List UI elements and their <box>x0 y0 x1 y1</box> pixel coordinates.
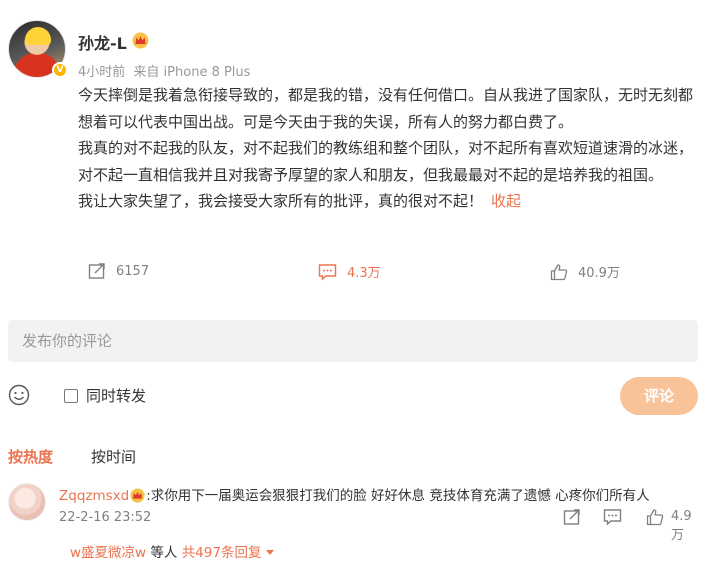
comment-item: Zqqzmsxd :求你用下一届奥运会狠狠打我们的脸 好好休息 竞技体育充满了遗… <box>8 478 699 561</box>
comment-count: 4.3万 <box>347 266 381 281</box>
author-username[interactable]: 孙龙-L <box>78 30 127 54</box>
commenter-username[interactable]: Zqqzmsxd <box>59 488 129 504</box>
repost-icon[interactable] <box>563 508 581 526</box>
comment-icon[interactable] <box>603 508 622 526</box>
comment-actions: 4.9万 <box>563 508 703 543</box>
repost-count: 6157 <box>116 263 150 279</box>
collapse-link[interactable]: 收起 <box>491 192 521 210</box>
post-paragraph-last: 我让大家失望了，我会接受大家所有的批评，真的很对不起！ 收起 <box>78 188 700 215</box>
chevron-down-icon <box>266 550 275 555</box>
comment-input[interactable]: 发布你的评论 <box>8 320 698 362</box>
comment-icon <box>318 263 337 281</box>
post-paragraph-text: 我让大家失望了，我会接受大家所有的批评，真的很对不起！ <box>78 192 484 210</box>
reply-count-link[interactable]: 共497条回复 <box>182 545 262 561</box>
tab-sort-time[interactable]: 按时间 <box>91 446 136 467</box>
repost-checkbox-label: 同时转发 <box>86 387 147 405</box>
comment-text: :求你用下一届奥运会狠狠打我们的脸 好好休息 竞技体育充满了遗憾 心疼你们所有人 <box>146 488 650 504</box>
helmet-graphic <box>25 27 51 45</box>
emoji-icon[interactable] <box>8 384 30 406</box>
reply-mid-text: 等人 <box>146 545 182 561</box>
repost-icon <box>88 263 105 279</box>
crown-badge-icon <box>130 488 145 503</box>
thumbs-up-icon <box>550 263 568 280</box>
post-source: 来自 iPhone 8 Plus <box>133 65 251 80</box>
post-action-bar: 6157 4.3万 40.9万 <box>78 262 638 284</box>
tab-sort-hot[interactable]: 按热度 <box>8 446 53 467</box>
post-time: 4小时前 <box>78 65 126 80</box>
post-paragraph: 我真的对不起我的队友，对不起我们的教练组和整个团队，对不起所有喜欢短道速滑的冰迷… <box>78 139 694 184</box>
comment-replies-summary[interactable]: w盛夏微凉w 等人 共497条回复 <box>70 541 275 561</box>
post-paragraph: 今天摔倒是我着急衔接导致的，都是我的错，没有任何借口。自从我进了国家队，无时无刻… <box>78 86 694 131</box>
checkbox-box[interactable] <box>64 388 78 403</box>
post-header: V 孙龙-L 4小时前 来自 iPhone 8 Plus <box>8 20 698 80</box>
submit-comment-button[interactable]: 评论 <box>620 377 698 415</box>
verified-badge-icon: V <box>52 62 68 78</box>
commenter-avatar[interactable] <box>8 483 46 521</box>
like-button[interactable]: 40.9万 <box>550 262 620 281</box>
reply-username[interactable]: w盛夏微凉w <box>70 545 146 561</box>
comment-like-count: 4.9万 <box>671 509 692 543</box>
comment-time: 22-2-16 23:52 <box>59 510 152 525</box>
repost-button[interactable]: 6157 <box>88 262 149 280</box>
post-meta: 4小时前 来自 iPhone 8 Plus <box>78 61 254 80</box>
thumbs-up-icon[interactable] <box>646 508 664 526</box>
comment-line: Zqqzmsxd :求你用下一届奥运会狠狠打我们的脸 好好休息 竞技体育充满了遗… <box>59 484 699 504</box>
post-body: 今天摔倒是我着急衔接导致的，都是我的错，没有任何借口。自从我进了国家队，无时无刻… <box>78 82 700 215</box>
repost-checkbox[interactable]: 同时转发 <box>64 385 146 406</box>
comment-button[interactable]: 4.3万 <box>318 262 381 281</box>
crown-badge-icon <box>132 32 149 49</box>
like-count: 40.9万 <box>578 266 620 281</box>
